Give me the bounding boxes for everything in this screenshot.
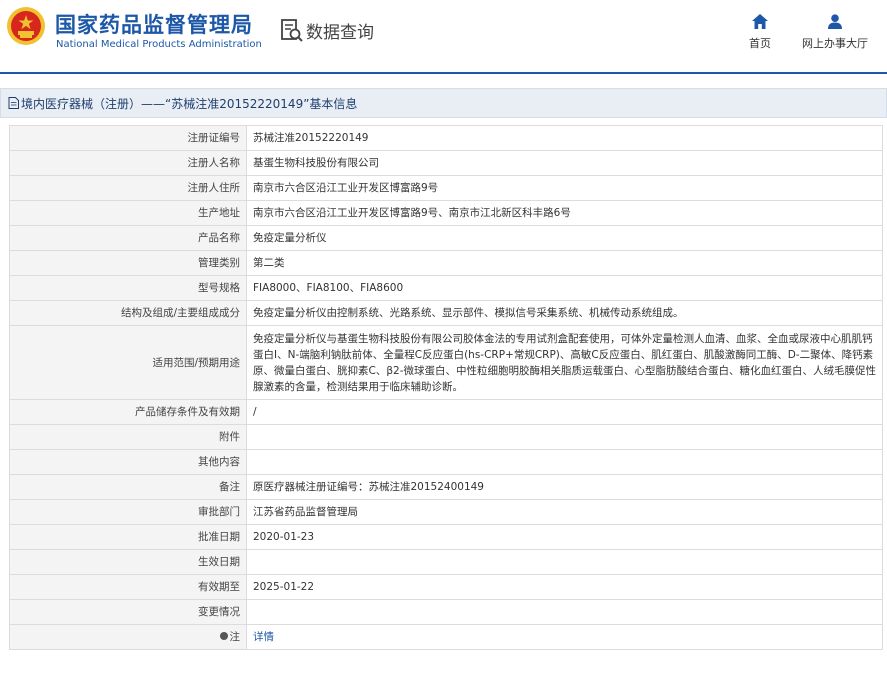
row-value: 免疫定量分析仪 xyxy=(246,225,883,251)
row-label: 结构及组成/主要组成成分 xyxy=(9,300,247,326)
org-name-cn: 国家药品监督管理局 xyxy=(55,13,253,37)
row-value xyxy=(246,599,883,625)
row-value: 免疫定量分析仪与基蛋生物科技股份有限公司胶体金法的专用试剂盒配套使用，可体外定量… xyxy=(246,325,883,400)
row-value: 基蛋生物科技股份有限公司 xyxy=(246,150,883,176)
row-label: 生效日期 xyxy=(9,549,247,575)
user-icon xyxy=(828,14,842,29)
row-label: 产品名称 xyxy=(9,225,247,251)
row-value: / xyxy=(246,399,883,425)
table-row: 其他内容 xyxy=(9,449,883,475)
row-label: 附件 xyxy=(9,424,247,450)
row-label: 注册证编号 xyxy=(9,125,247,151)
row-label: 注册人名称 xyxy=(9,150,247,176)
national-emblem-icon xyxy=(7,7,45,45)
row-label: 生产地址 xyxy=(9,200,247,226)
table-row: 变更情况 xyxy=(9,599,883,625)
table-row: 型号规格 FIA8000、FIA8100、FIA8600 xyxy=(9,275,883,301)
breadcrumb: 境内医疗器械（注册）——“苏械注准20152220149”基本信息 xyxy=(0,88,887,118)
row-value: 免疫定量分析仪由控制系统、光路系统、显示部件、模拟信号采集系统、机械传动系统组成… xyxy=(246,300,883,326)
table-row: 管理类别 第二类 xyxy=(9,250,883,276)
table-row: 生产地址 南京市六合区沿江工业开发区博富路9号、南京市江北新区科丰路6号 xyxy=(9,200,883,226)
row-label: 批准日期 xyxy=(9,524,247,550)
row-value: 详情 xyxy=(246,624,883,650)
header-divider xyxy=(0,72,887,74)
row-value xyxy=(246,424,883,450)
row-value: 2025-01-22 xyxy=(246,574,883,600)
details-link[interactable]: 详情 xyxy=(253,631,274,643)
row-value: FIA8000、FIA8100、FIA8600 xyxy=(246,275,883,301)
document-icon xyxy=(8,97,19,109)
row-value xyxy=(246,449,883,475)
nav-home-link[interactable]: 首页 xyxy=(742,14,778,51)
table-row: 审批部门 江苏省药品监督管理局 xyxy=(9,499,883,525)
table-row: 注册证编号 苏械注准20152220149 xyxy=(9,125,883,151)
table-row: 注册人名称 基蛋生物科技股份有限公司 xyxy=(9,150,883,176)
row-value: 第二类 xyxy=(246,250,883,276)
nav-service-hall-link[interactable]: 网上办事大厅 xyxy=(799,14,871,51)
row-value: 苏械注准20152220149 xyxy=(246,125,883,151)
table-row: 注 详情 xyxy=(9,624,883,650)
table-row: 结构及组成/主要组成成分 免疫定量分析仪由控制系统、光路系统、显示部件、模拟信号… xyxy=(9,300,883,326)
document-search-icon xyxy=(281,19,303,42)
row-label: 管理类别 xyxy=(9,250,247,276)
row-label: 产品储存条件及有效期 xyxy=(9,399,247,425)
org-name-en: National Medical Products Administration xyxy=(56,39,262,50)
table-row: 备注 原医疗器械注册证编号：苏械注准20152400149 xyxy=(9,474,883,500)
row-label: 注 xyxy=(9,624,247,650)
row-value xyxy=(246,549,883,575)
row-label: 备注 xyxy=(9,474,247,500)
row-value: 南京市六合区沿江工业开发区博富路9号 xyxy=(246,175,883,201)
nav-home-label: 首页 xyxy=(749,37,771,50)
row-label: 适用范围/预期用途 xyxy=(9,325,247,400)
table-row: 适用范围/预期用途 免疫定量分析仪与基蛋生物科技股份有限公司胶体金法的专用试剂盒… xyxy=(9,325,883,400)
table-row: 注册人住所 南京市六合区沿江工业开发区博富路9号 xyxy=(9,175,883,201)
note-label: 注 xyxy=(229,631,241,643)
site-header: 国家药品监督管理局 National Medical Products Admi… xyxy=(0,0,887,74)
row-value: 原医疗器械注册证编号：苏械注准20152400149 xyxy=(246,474,883,500)
row-label: 审批部门 xyxy=(9,499,247,525)
note-icon xyxy=(219,632,228,640)
table-row: 产品名称 免疫定量分析仪 xyxy=(9,225,883,251)
nav-service-hall-label: 网上办事大厅 xyxy=(802,37,868,50)
table-row: 批准日期 2020-01-23 xyxy=(9,524,883,550)
table-row: 有效期至 2025-01-22 xyxy=(9,574,883,600)
row-label: 型号规格 xyxy=(9,275,247,301)
row-value: 南京市六合区沿江工业开发区博富路9号、南京市江北新区科丰路6号 xyxy=(246,200,883,226)
row-value: 2020-01-23 xyxy=(246,524,883,550)
detail-table: 注册证编号 苏械注准20152220149 注册人名称 基蛋生物科技股份有限公司… xyxy=(9,125,883,650)
row-label: 有效期至 xyxy=(9,574,247,600)
home-icon xyxy=(752,14,768,29)
section-title: 数据查询 xyxy=(306,23,374,43)
row-label: 变更情况 xyxy=(9,599,247,625)
table-row: 生效日期 xyxy=(9,549,883,575)
row-label: 其他内容 xyxy=(9,449,247,475)
row-value: 江苏省药品监督管理局 xyxy=(246,499,883,525)
table-row: 附件 xyxy=(9,424,883,450)
row-label: 注册人住所 xyxy=(9,175,247,201)
breadcrumb-text: 境内医疗器械（注册）——“苏械注准20152220149”基本信息 xyxy=(21,97,358,111)
table-row: 产品储存条件及有效期 / xyxy=(9,399,883,425)
